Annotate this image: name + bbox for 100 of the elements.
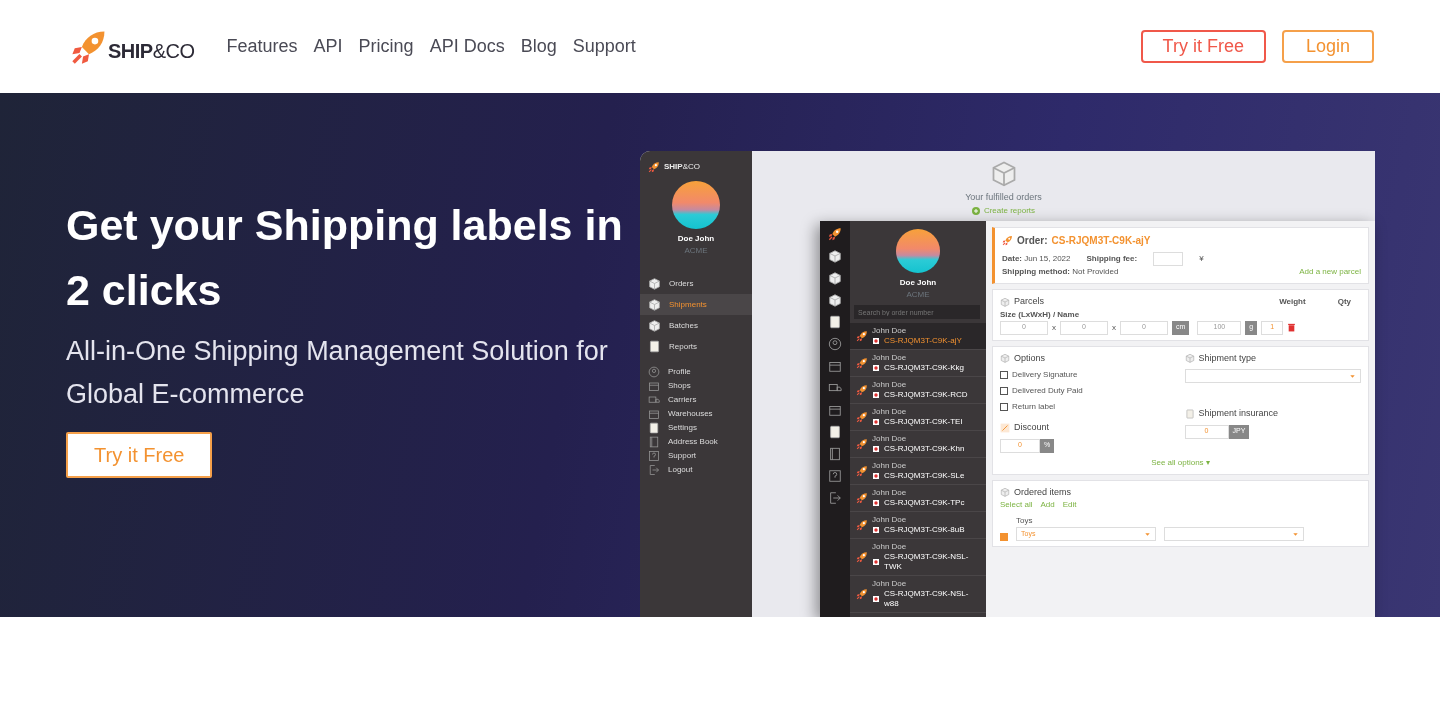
- flag-icon: [872, 446, 880, 452]
- hero-title: Get your Shipping labels in 2 clicks: [66, 200, 624, 316]
- exit-icon: [828, 491, 842, 505]
- percent-icon: [1000, 422, 1010, 433]
- shipping-fee-field[interactable]: [1153, 252, 1184, 266]
- order-date: Date: Jun 15, 2022: [1002, 253, 1071, 265]
- checkbox[interactable]: [1000, 403, 1008, 411]
- document-icon: [828, 425, 842, 439]
- flag-icon: [872, 338, 880, 344]
- company-name: ACME: [905, 289, 931, 301]
- question-icon: [648, 450, 660, 462]
- checkbox-option[interactable]: Delivery Signature: [1000, 369, 1177, 381]
- card-title: Ordered items: [1014, 485, 1072, 499]
- order-id: CS-RJQM3T-C9K-8uB: [884, 525, 965, 535]
- box-icon: [828, 249, 842, 263]
- sidebar-item[interactable]: Logout: [648, 463, 744, 477]
- box-icon: [1184, 353, 1195, 364]
- rocket-icon: [856, 551, 868, 563]
- caret-icon: [1292, 530, 1299, 538]
- customer-name: John Doe: [872, 353, 908, 363]
- avatar: [896, 229, 940, 273]
- order-id: CS-RJQM3T-C9K-SLe: [884, 471, 965, 481]
- rocket-icon: [856, 330, 868, 342]
- nav-link[interactable]: Blog: [520, 33, 557, 60]
- document-icon: [648, 422, 660, 434]
- column-label: Qty: [1337, 295, 1351, 308]
- rocket-icon: [828, 227, 842, 241]
- customer-name: John Doe: [872, 579, 908, 589]
- person-icon: [648, 366, 660, 378]
- separator: x: [1052, 321, 1056, 334]
- flag-icon: [872, 392, 880, 398]
- nav-link[interactable]: Support: [572, 33, 636, 60]
- customer-name: John Doe: [872, 407, 908, 417]
- trash-icon[interactable]: [1287, 323, 1297, 332]
- person-icon: [828, 337, 842, 351]
- order-list-item[interactable]: John Doe CS-RJQM3T-C9K-ajY: [850, 323, 986, 350]
- rocket-icon: [856, 411, 868, 423]
- order-id: CS-RJQM3T-C9K-ajY: [1051, 234, 1151, 248]
- customer-name: John Doe: [872, 515, 908, 525]
- nav-link[interactable]: Pricing: [358, 33, 414, 60]
- document-icon: [828, 315, 842, 329]
- customer-name: John Doe: [872, 488, 908, 498]
- plus-icon: [971, 206, 980, 215]
- checkbox-option[interactable]: Return label: [1000, 401, 1177, 413]
- company-name: ACME: [683, 245, 709, 257]
- flag-icon: [872, 559, 880, 565]
- sidebar-item[interactable]: Reports: [648, 336, 744, 357]
- order-id: CS-RJQM3T-C9K-RCD: [884, 390, 968, 400]
- sidebar-item[interactable]: Orders: [648, 273, 744, 294]
- flag-icon: [872, 527, 880, 533]
- sidebar-item[interactable]: Profile: [648, 365, 744, 379]
- order-id: CS-RJQM3T-C9K-NSL-TWK: [884, 552, 970, 572]
- truck-icon: [648, 394, 660, 406]
- box-icon: [648, 319, 661, 332]
- checkbox[interactable]: [1000, 371, 1008, 379]
- checkbox-option[interactable]: Delivered Duty Paid: [1000, 385, 1177, 397]
- logo[interactable]: SHIP&CO: [70, 27, 195, 66]
- sidebar-item[interactable]: Support: [648, 449, 744, 463]
- book-icon: [648, 436, 660, 448]
- rocket-icon: [856, 588, 868, 600]
- sidebar-item[interactable]: Address Book: [648, 435, 744, 449]
- box-icon: [1000, 353, 1010, 364]
- order-id: CS-RJQM3T-C9K-Khn: [884, 444, 965, 454]
- box-icon: [648, 277, 661, 290]
- nav-link[interactable]: API: [313, 33, 343, 60]
- question-icon: [828, 469, 842, 483]
- customer-name: John Doe: [872, 326, 908, 336]
- card-title: Shipment insurance: [1198, 407, 1279, 420]
- sidebar-item[interactable]: Warehouses: [648, 407, 744, 421]
- book-icon: [828, 447, 842, 461]
- sidebar-item[interactable]: Shops: [648, 379, 744, 393]
- shipping-fee-label: Shipping fee:: [1086, 253, 1138, 265]
- sidebar-item[interactable]: Batches: [648, 315, 744, 336]
- card-title: Shipment type: [1198, 351, 1257, 365]
- sidebar-item[interactable]: Shipments: [640, 294, 752, 315]
- rocket-icon: [856, 492, 868, 504]
- checkbox[interactable]: [1000, 533, 1008, 541]
- box-icon: [1000, 487, 1010, 498]
- rocket-icon: [856, 357, 868, 369]
- flag-icon: [872, 365, 880, 371]
- flag-icon: [872, 596, 880, 602]
- order-id: CS-RJQM3T-C9K-ajY: [884, 336, 962, 346]
- app-logo: SHIP&CO: [664, 161, 700, 173]
- document-icon: [648, 340, 661, 353]
- nav-link[interactable]: API Docs: [429, 33, 505, 60]
- checkbox[interactable]: [1000, 387, 1008, 395]
- user-name: Doe John: [898, 277, 938, 289]
- separator: x: [1112, 321, 1116, 334]
- nav-link[interactable]: Features: [226, 33, 298, 60]
- field-label: Toys: [1016, 515, 1034, 527]
- rocket-icon: [856, 384, 868, 396]
- customer-name: John Doe: [872, 380, 908, 390]
- rocket-icon: [856, 519, 868, 531]
- sidebar-item[interactable]: Carriers: [648, 393, 744, 407]
- sidebar-item[interactable]: Settings: [648, 421, 744, 435]
- currency-symbol: ¥: [1199, 253, 1204, 265]
- box-icon: [1000, 296, 1010, 307]
- caret-icon: [1144, 530, 1151, 538]
- caret-icon: [1349, 372, 1356, 380]
- box-icon: [828, 271, 842, 285]
